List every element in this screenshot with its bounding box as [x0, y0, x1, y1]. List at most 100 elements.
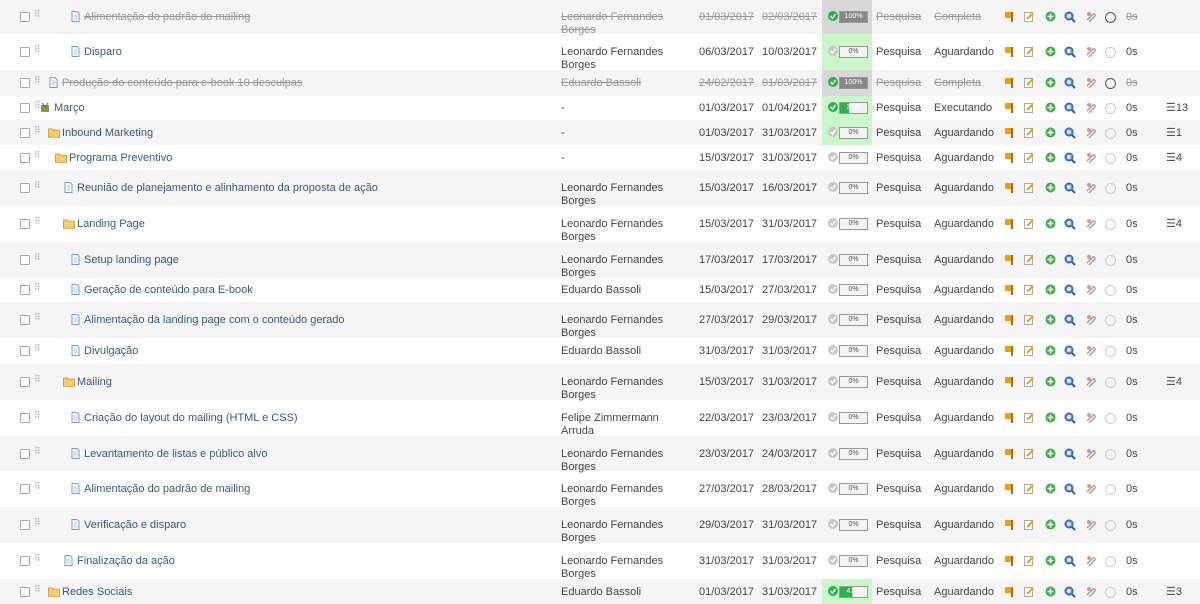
- drag-handle-icon[interactable]: ⠿: [34, 344, 41, 357]
- edit-icon[interactable]: [1024, 102, 1035, 113]
- attachment-icon[interactable]: [1085, 284, 1096, 296]
- row-checkbox[interactable]: [20, 448, 30, 459]
- add-icon[interactable]: [1045, 77, 1056, 88]
- timer-icon[interactable]: [1105, 103, 1116, 114]
- edit-icon[interactable]: [1024, 218, 1035, 229]
- edit-icon[interactable]: [1024, 254, 1035, 265]
- row-checkbox[interactable]: [20, 78, 30, 88]
- task-name-link[interactable]: Produção do conteúdo para e-book 10 desc…: [62, 77, 302, 90]
- row-checkbox[interactable]: [20, 520, 30, 530]
- flag-icon[interactable]: [1004, 11, 1015, 22]
- drag-handle-icon[interactable]: ⠿: [34, 584, 41, 598]
- drag-handle-icon[interactable]: ⠿: [34, 217, 41, 230]
- task-name-link[interactable]: Setup landing page: [84, 254, 179, 267]
- task-name-link[interactable]: Redes Sociais: [62, 586, 132, 599]
- task-name-link[interactable]: Levantamento de listas e público alvo: [84, 448, 267, 461]
- flag-icon[interactable]: [1004, 448, 1015, 459]
- subtask-count[interactable]: ☰13: [1166, 102, 1188, 115]
- task-name-link[interactable]: Reunião de planejamento e alinhamento da…: [77, 182, 378, 195]
- add-icon[interactable]: [1045, 11, 1056, 22]
- timer-icon[interactable]: [1105, 377, 1116, 388]
- flag-icon[interactable]: [1004, 345, 1015, 356]
- add-icon[interactable]: [1045, 376, 1056, 387]
- flag-icon[interactable]: [1004, 102, 1015, 113]
- flag-icon[interactable]: [1004, 376, 1015, 387]
- row-checkbox[interactable]: [20, 315, 30, 325]
- task-name-link[interactable]: Março: [54, 102, 85, 115]
- drag-handle-icon[interactable]: ⠿: [34, 45, 41, 58]
- timer-icon[interactable]: [1105, 285, 1116, 296]
- edit-icon[interactable]: [1024, 152, 1035, 163]
- edit-icon[interactable]: [1024, 77, 1035, 88]
- search-icon[interactable]: [1064, 376, 1076, 388]
- drag-handle-icon[interactable]: ⠿: [34, 125, 41, 139]
- drag-handle-icon[interactable]: ⠿: [34, 313, 41, 326]
- add-icon[interactable]: [1045, 46, 1056, 57]
- attachment-icon[interactable]: [1085, 77, 1096, 89]
- search-icon[interactable]: [1064, 182, 1076, 194]
- attachment-icon[interactable]: [1085, 555, 1096, 567]
- attachment-icon[interactable]: [1085, 152, 1096, 163]
- task-name-link[interactable]: Finalização da ação: [77, 555, 175, 568]
- timer-icon[interactable]: [1105, 12, 1116, 23]
- timer-icon[interactable]: [1105, 183, 1116, 194]
- drag-handle-icon[interactable]: ⠿: [34, 518, 41, 531]
- add-icon[interactable]: [1045, 412, 1056, 423]
- attachment-icon[interactable]: [1085, 46, 1096, 58]
- search-icon[interactable]: [1064, 284, 1076, 296]
- task-name-link[interactable]: Verificação e disparo: [84, 519, 186, 532]
- row-checkbox[interactable]: [20, 152, 30, 163]
- search-icon[interactable]: [1064, 345, 1076, 357]
- row-checkbox[interactable]: [20, 12, 30, 22]
- row-checkbox[interactable]: [20, 183, 30, 193]
- attachment-icon[interactable]: [1085, 102, 1096, 114]
- flag-icon[interactable]: [1004, 586, 1015, 597]
- row-checkbox[interactable]: [20, 413, 30, 423]
- drag-handle-icon[interactable]: ⠿: [34, 253, 41, 266]
- row-checkbox[interactable]: [20, 346, 30, 356]
- edit-icon[interactable]: [1024, 284, 1035, 295]
- row-checkbox[interactable]: [20, 377, 30, 387]
- task-name-link[interactable]: Programa Preventivo: [69, 152, 172, 165]
- edit-icon[interactable]: [1024, 412, 1035, 423]
- search-icon[interactable]: [1064, 254, 1076, 266]
- add-icon[interactable]: [1045, 448, 1056, 459]
- drag-handle-icon[interactable]: ⠿: [34, 446, 41, 460]
- edit-icon[interactable]: [1024, 586, 1035, 597]
- attachment-icon[interactable]: [1085, 376, 1096, 388]
- attachment-icon[interactable]: [1085, 412, 1096, 424]
- search-icon[interactable]: [1064, 555, 1076, 567]
- add-icon[interactable]: [1045, 102, 1056, 113]
- add-icon[interactable]: [1045, 218, 1056, 229]
- task-name-link[interactable]: Divulgação: [84, 345, 138, 358]
- search-icon[interactable]: [1064, 448, 1076, 460]
- subtask-count[interactable]: ☰4: [1166, 376, 1182, 389]
- task-name-link[interactable]: Alimentação do padrão do mailing: [84, 11, 250, 24]
- timer-icon[interactable]: [1105, 586, 1116, 598]
- timer-icon[interactable]: [1105, 484, 1116, 495]
- timer-icon[interactable]: [1105, 346, 1116, 357]
- attachment-icon[interactable]: [1085, 314, 1096, 326]
- add-icon[interactable]: [1045, 284, 1056, 295]
- add-icon[interactable]: [1045, 127, 1056, 138]
- flag-icon[interactable]: [1004, 127, 1015, 138]
- flag-icon[interactable]: [1004, 519, 1015, 530]
- search-icon[interactable]: [1064, 152, 1076, 164]
- flag-icon[interactable]: [1004, 555, 1015, 566]
- task-name-link[interactable]: Mailing: [77, 376, 112, 389]
- task-name-link[interactable]: Inbound Marketing: [62, 127, 153, 140]
- edit-icon[interactable]: [1024, 483, 1035, 494]
- task-name-link[interactable]: Alimentação do padrão de mailing: [84, 483, 250, 496]
- add-icon[interactable]: [1045, 182, 1056, 193]
- drag-handle-icon[interactable]: ⠿: [34, 375, 41, 388]
- search-icon[interactable]: [1064, 102, 1076, 114]
- drag-handle-icon[interactable]: ⠿: [34, 554, 41, 567]
- flag-icon[interactable]: [1004, 483, 1015, 494]
- edit-icon[interactable]: [1024, 46, 1035, 57]
- edit-icon[interactable]: [1024, 314, 1035, 325]
- add-icon[interactable]: [1045, 519, 1056, 530]
- attachment-icon[interactable]: [1085, 127, 1096, 138]
- row-checkbox[interactable]: [20, 484, 30, 494]
- edit-icon[interactable]: [1024, 519, 1035, 530]
- attachment-icon[interactable]: [1085, 254, 1096, 266]
